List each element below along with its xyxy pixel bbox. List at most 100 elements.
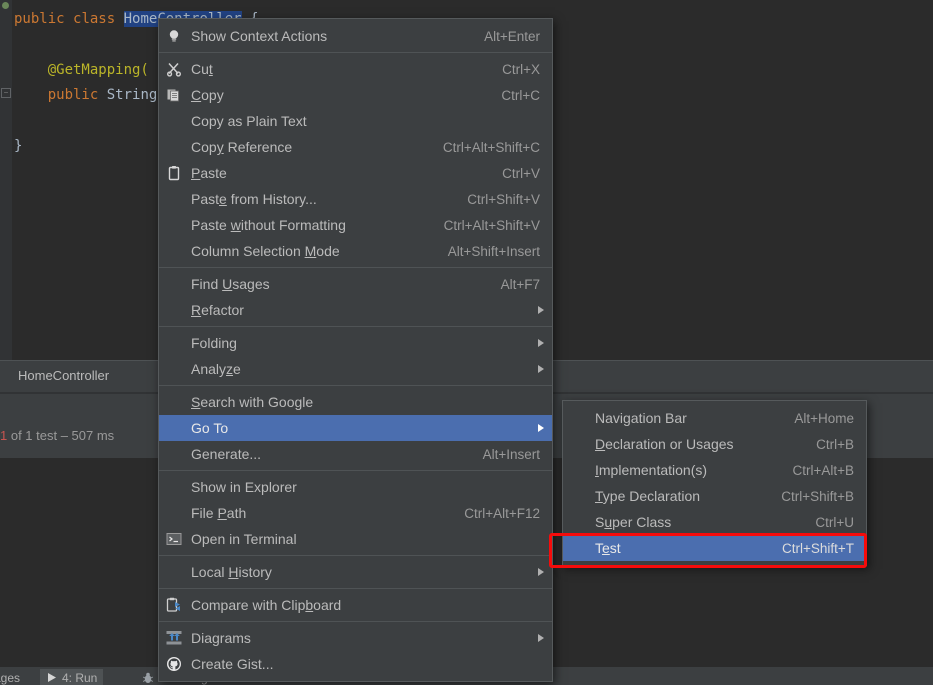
menu-item-show-in-explorer[interactable]: Show in Explorer	[159, 474, 552, 500]
submenu-item-shortcut: Ctrl+U	[815, 514, 854, 530]
submenu-item-shortcut: Ctrl+Alt+B	[792, 462, 854, 478]
menu-item-paste-from-history[interactable]: Paste from History... Ctrl+Shift+V	[159, 186, 552, 212]
submenu-item-shortcut: Alt+Home	[794, 410, 854, 426]
menu-item-search-with-google[interactable]: Search with Google	[159, 389, 552, 415]
menu-item-shortcut: Ctrl+V	[502, 165, 540, 181]
menu-item-label: Paste from History...	[191, 191, 317, 207]
menu-separator	[159, 555, 552, 556]
menu-item-copy-as-plain-text[interactable]: Copy as Plain Text	[159, 108, 552, 134]
submenu-item-super-class[interactable]: Super Class Ctrl+U	[563, 509, 866, 535]
chevron-right-icon	[538, 306, 544, 314]
play-icon	[46, 672, 57, 683]
menu-item-analyze[interactable]: Analyze	[159, 356, 552, 382]
menu-item-label: Show Context Actions	[191, 28, 328, 44]
menu-item-label: Cut	[191, 61, 213, 77]
menu-item-folding[interactable]: Folding	[159, 330, 552, 356]
chevron-right-icon	[538, 339, 544, 347]
menu-item-create-gist[interactable]: Create Gist...	[159, 651, 552, 677]
menu-item-shortcut: Alt+Insert	[482, 446, 540, 462]
menu-item-shortcut: Alt+F7	[500, 276, 540, 292]
menu-item-refactor[interactable]: Refactor	[159, 297, 552, 323]
menu-item-shortcut: Alt+Shift+Insert	[447, 243, 540, 259]
bug-icon	[142, 672, 154, 684]
menu-item-diagrams[interactable]: Diagrams	[159, 625, 552, 651]
clipboard-icon	[166, 165, 182, 181]
scissors-icon	[166, 61, 182, 77]
menu-item-cut[interactable]: Cut Ctrl+X	[159, 56, 552, 82]
menu-item-local-history[interactable]: Local History	[159, 559, 552, 585]
menu-item-show-context-actions[interactable]: Show Context Actions Alt+Enter	[159, 23, 552, 49]
menu-item-go-to[interactable]: Go To	[159, 415, 552, 441]
menu-item-label: File Path	[191, 505, 247, 521]
submenu-item-test[interactable]: Test Ctrl+Shift+T	[563, 535, 866, 561]
menu-item-generate[interactable]: Generate... Alt+Insert	[159, 441, 552, 467]
compare-clipboard-icon	[166, 597, 182, 613]
menu-item-find-usages[interactable]: Find Usages Alt+F7	[159, 271, 552, 297]
menu-item-label: Copy Reference	[191, 139, 293, 155]
copy-icon	[166, 87, 182, 103]
menu-item-label: Paste	[191, 165, 227, 181]
bottom-bar-item-run[interactable]: 4: Run	[40, 669, 104, 685]
menu-item-label: Copy as Plain Text	[191, 113, 307, 129]
submenu-item-implementation-s[interactable]: Implementation(s) Ctrl+Alt+B	[563, 457, 866, 483]
menu-item-compare-with-clipboard[interactable]: Compare with Clipboard	[159, 592, 552, 618]
menu-item-label: Copy	[191, 87, 224, 103]
submenu-item-shortcut: Ctrl+B	[816, 436, 854, 452]
menu-item-paste-without-formatting[interactable]: Paste without Formatting Ctrl+Alt+Shift+V	[159, 212, 552, 238]
submenu-item-navigation-bar[interactable]: Navigation Bar Alt+Home	[563, 405, 866, 431]
go-to-submenu[interactable]: Navigation Bar Alt+Home Declaration or Usa…	[562, 400, 867, 566]
menu-item-copy-reference[interactable]: Copy Reference Ctrl+Alt+Shift+C	[159, 134, 552, 160]
submenu-item-label: Test	[595, 540, 621, 556]
chevron-right-icon	[538, 365, 544, 373]
menu-item-label: Compare with Clipboard	[191, 597, 342, 613]
terminal-icon	[166, 531, 182, 547]
menu-item-label: Generate...	[191, 446, 262, 462]
menu-item-shortcut: Alt+Enter	[484, 28, 540, 44]
menu-item-shortcut: Ctrl+Alt+Shift+V	[443, 217, 540, 233]
submenu-item-label: Navigation Bar	[595, 410, 687, 426]
menu-separator	[159, 588, 552, 589]
code-line: @GetMapping(	[14, 62, 149, 78]
menu-item-label: Create Gist...	[191, 656, 274, 672]
github-icon	[166, 656, 182, 672]
menu-item-file-path[interactable]: File Path Ctrl+Alt+F12	[159, 500, 552, 526]
submenu-item-label: Implementation(s)	[595, 462, 708, 478]
menu-separator	[159, 52, 552, 53]
menu-item-label: Analyze	[191, 361, 241, 377]
menu-item-label: Go To	[191, 420, 229, 436]
menu-item-shortcut: Ctrl+X	[502, 61, 540, 77]
code-line: public String	[14, 87, 158, 103]
submenu-item-type-declaration[interactable]: Type Declaration Ctrl+Shift+B	[563, 483, 866, 509]
menu-item-paste[interactable]: Paste Ctrl+V	[159, 160, 552, 186]
menu-item-shortcut: Ctrl+Shift+V	[467, 191, 540, 207]
menu-item-open-in-terminal[interactable]: Open in Terminal	[159, 526, 552, 552]
menu-separator	[159, 621, 552, 622]
bottom-bar-label-0: ages	[0, 670, 21, 685]
submenu-item-label: Super Class	[595, 514, 672, 530]
menu-item-label: Column Selection Mode	[191, 243, 340, 259]
test-status-suffix: of 1 test – 507 ms	[7, 428, 115, 443]
menu-item-copy[interactable]: Copy Ctrl+C	[159, 82, 552, 108]
menu-separator	[159, 385, 552, 386]
submenu-item-label: Type Declaration	[595, 488, 701, 504]
submenu-item-label: Declaration or Usages	[595, 436, 734, 452]
submenu-item-shortcut: Ctrl+Shift+B	[781, 488, 854, 504]
ide-screen: − public class HomeController { @GetMapp…	[0, 0, 933, 685]
menu-separator	[159, 326, 552, 327]
code-line: }	[14, 138, 23, 154]
editor-context-menu[interactable]: Show Context Actions Alt+Enter Cut Ctrl+X Co…	[158, 18, 553, 682]
chevron-right-icon	[538, 424, 544, 432]
submenu-item-shortcut: Ctrl+Shift+T	[781, 540, 854, 556]
submenu-item-declaration-or-usages[interactable]: Declaration or Usages Ctrl+B	[563, 431, 866, 457]
run-marker-icon[interactable]	[2, 2, 9, 9]
bottom-bar-item-messages[interactable]: ages	[0, 669, 26, 685]
menu-item-label: Search with Google	[191, 394, 314, 410]
menu-item-column-selection-mode[interactable]: Column Selection Mode Alt+Shift+Insert	[159, 238, 552, 264]
run-tab-label: HomeController	[18, 368, 110, 383]
fold-marker-icon[interactable]: −	[1, 88, 11, 98]
editor-gutter[interactable]: −	[0, 0, 12, 360]
menu-item-label: Folding	[191, 335, 237, 351]
menu-item-shortcut: Ctrl+C	[501, 87, 540, 103]
menu-separator	[159, 267, 552, 268]
menu-item-label: Diagrams	[191, 630, 251, 646]
